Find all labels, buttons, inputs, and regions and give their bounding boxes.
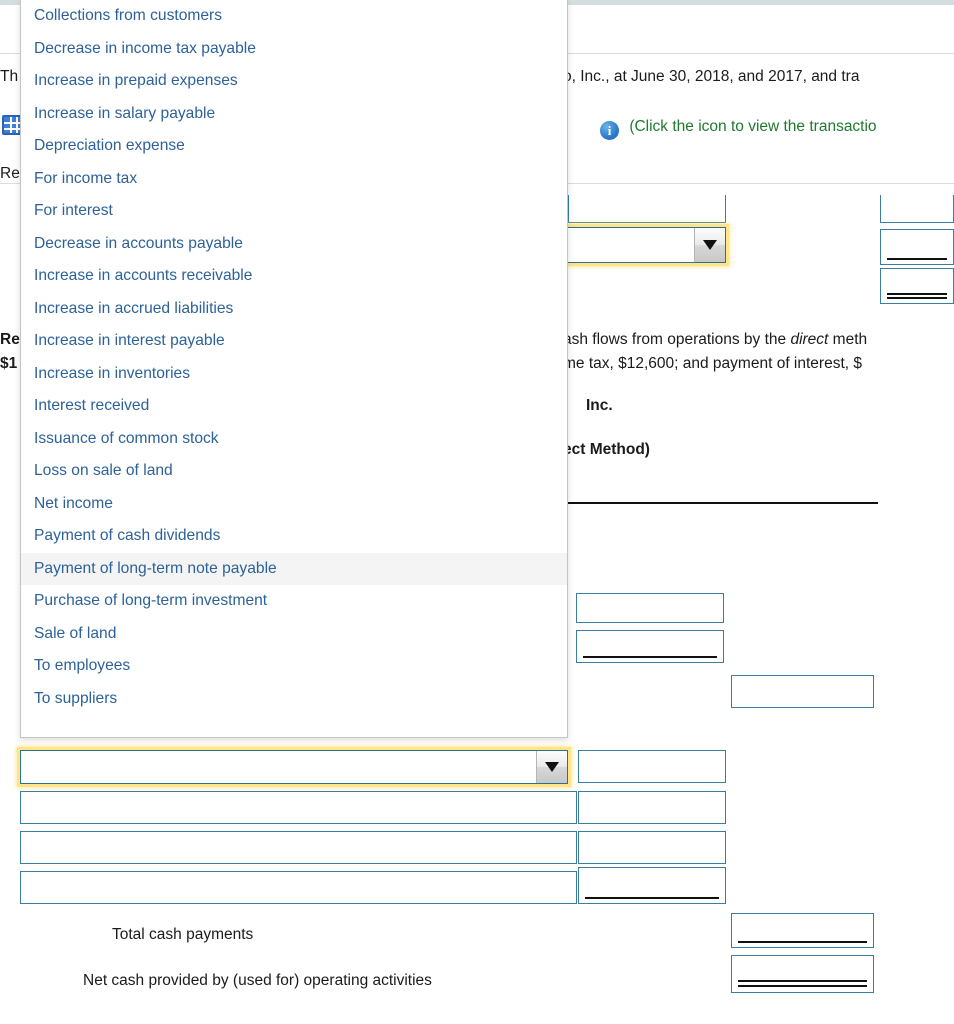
dropdown-option[interactable]: Issuance of common stock: [21, 423, 567, 456]
info-icon[interactable]: i: [600, 121, 619, 140]
statement-method: ect Method): [563, 441, 650, 458]
dropdown-option[interactable]: Loss on sale of land: [21, 455, 567, 488]
amount-box-r1c2[interactable]: [880, 195, 954, 223]
dropdown-option[interactable]: Collections from customers: [21, 0, 567, 33]
dropdown-option[interactable]: Decrease in accounts payable: [21, 228, 567, 261]
click-icon-hint: i (Click the icon to view the transactio: [600, 118, 877, 140]
chevron-down-icon-bottom[interactable]: [536, 751, 567, 783]
dropdown-option[interactable]: Increase in accrued liabilities: [21, 293, 567, 326]
amount-box-r9c1[interactable]: [578, 867, 726, 904]
dropdown-option[interactable]: Interest received: [21, 390, 567, 423]
amount-box-r2c2[interactable]: [880, 229, 954, 265]
requirement-2-text-line1-b: meth: [828, 331, 868, 348]
total-cash-payments-box[interactable]: [731, 913, 874, 948]
dropdown-option[interactable]: For income tax: [21, 163, 567, 196]
requirement-2-text-line1: ash flows from operations by the direct …: [563, 330, 954, 350]
dropdown-option[interactable]: Increase in prepaid expenses: [21, 65, 567, 98]
requirement-2-text-line2: me tax, $12,600; and payment of interest…: [563, 355, 862, 372]
account-text-r7[interactable]: [20, 791, 577, 824]
amount-box-r1c1[interactable]: [568, 195, 726, 223]
click-icon-text: (Click the icon to view the transactio: [629, 118, 877, 135]
statement-company: Inc.: [586, 397, 613, 414]
account-select-bottom[interactable]: [20, 750, 568, 784]
account-select-top[interactable]: [560, 227, 726, 263]
chevron-down-icon[interactable]: [694, 228, 725, 262]
amount-box-r3c2[interactable]: [880, 268, 954, 304]
total-cash-payments-label: Total cash payments: [112, 926, 254, 943]
net-cash-box[interactable]: [731, 955, 874, 993]
problem-intro-left: Th: [0, 68, 19, 85]
amount-box-r5c1[interactable]: [576, 630, 724, 663]
amount-box-r7c1[interactable]: [578, 791, 726, 824]
account-select-bottom-value: [27, 751, 533, 783]
dropdown-option[interactable]: Payment of cash dividends: [21, 520, 567, 553]
account-select-top-value: [567, 228, 691, 262]
dropdown-option[interactable]: Increase in inventories: [21, 358, 567, 391]
dropdown-option[interactable]: To employees: [21, 650, 567, 683]
dropdown-option[interactable]: Depreciation expense: [21, 130, 567, 163]
amount-box-r5c2[interactable]: [731, 675, 874, 708]
dropdown-option[interactable]: Net income: [21, 488, 567, 521]
requirement-2-text-line1-a: ash flows from operations by the: [563, 331, 791, 348]
dropdown-option[interactable]: To suppliers: [21, 683, 567, 716]
statement-period: ;: [563, 478, 954, 496]
account-text-r9[interactable]: [20, 871, 577, 904]
amount-box-r6c1[interactable]: [578, 750, 726, 783]
net-cash-label: Net cash provided by (used for) operatin…: [83, 972, 432, 989]
dropdown-option[interactable]: Purchase of long-term investment: [21, 585, 567, 618]
dropdown-option[interactable]: Increase in interest payable: [21, 325, 567, 358]
amount-box-r4c1[interactable]: [576, 593, 724, 623]
requirement-2-text-italic: direct: [790, 331, 829, 348]
problem-intro-right: o, Inc., at June 30, 2018, and 2017, and…: [563, 68, 860, 85]
dropdown-option[interactable]: For interest: [21, 195, 567, 228]
dropdown-option[interactable]: Increase in salary payable: [21, 98, 567, 131]
dropdown-option[interactable]: Increase in accounts receivable: [21, 260, 567, 293]
dropdown-option[interactable]: Decrease in income tax payable: [21, 33, 567, 66]
dropdown-option[interactable]: Payment of long-term note payable: [21, 552, 567, 585]
dropdown-option[interactable]: Sale of land: [21, 618, 567, 651]
statement-header-rule: [568, 502, 878, 504]
account-dropdown-list[interactable]: Collections from customers Decrease in in…: [20, 0, 568, 738]
amount-box-r8c1[interactable]: [578, 831, 726, 864]
account-text-r8[interactable]: [20, 831, 577, 864]
